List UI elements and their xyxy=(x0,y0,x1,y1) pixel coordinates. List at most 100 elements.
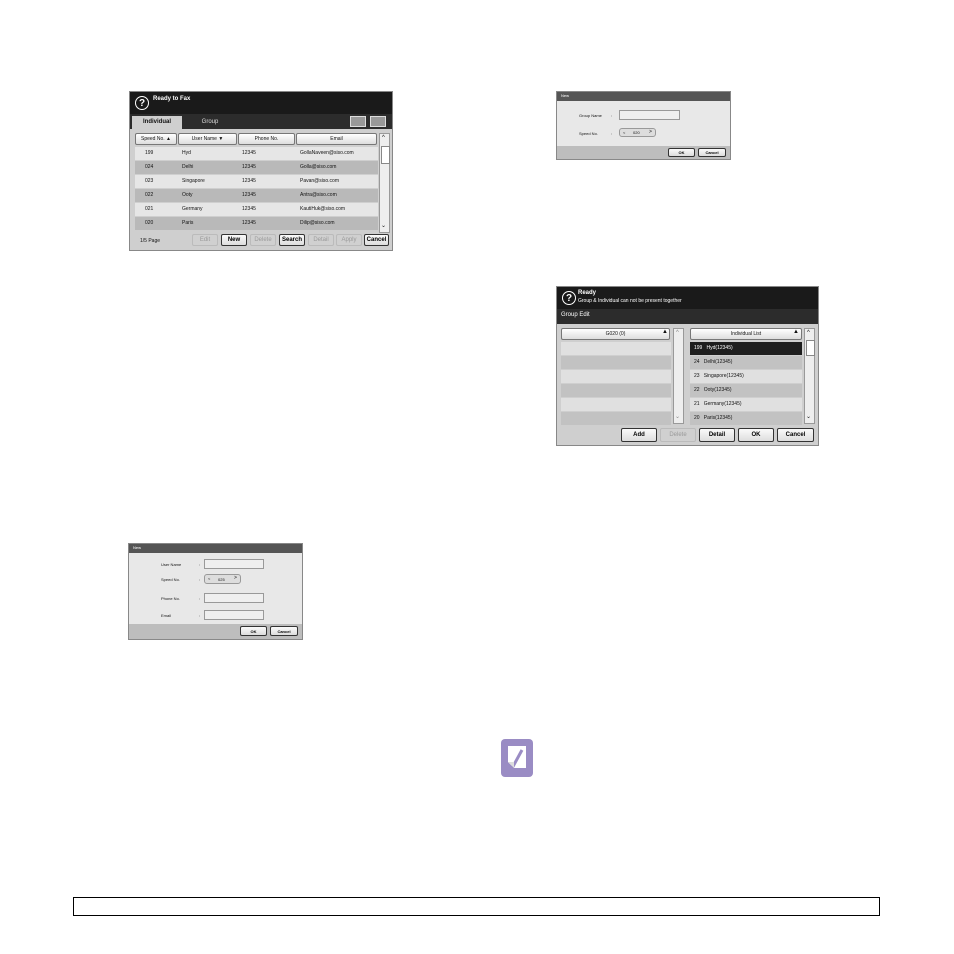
new-button[interactable]: New xyxy=(221,234,247,246)
table-cell: Hyd xyxy=(182,150,191,156)
detail-button[interactable]: Detail xyxy=(699,428,735,442)
list-item[interactable] xyxy=(561,356,671,369)
sort-up-icon[interactable]: ▲ xyxy=(793,329,799,335)
increment-icon[interactable]: > xyxy=(234,575,237,581)
table-cell: Golla@siso.com xyxy=(300,164,337,170)
table-cell: 12345 xyxy=(242,206,256,212)
user-name-input[interactable] xyxy=(204,559,264,569)
table-cell: Ooty xyxy=(182,192,193,198)
help-icon[interactable]: ? xyxy=(562,291,576,305)
status-line-2: Group & Individual can not be present to… xyxy=(578,298,682,304)
delete-button[interactable]: Delete xyxy=(250,234,276,246)
right-scrollbar[interactable]: ^ ⌄ xyxy=(804,328,815,424)
table-cell: 199 xyxy=(145,150,154,156)
list-item[interactable] xyxy=(561,384,671,397)
scroll-up-icon[interactable]: ^ xyxy=(382,135,385,141)
ok-button[interactable]: OK xyxy=(240,626,267,636)
detail-button[interactable]: Detail xyxy=(308,234,334,246)
add-button[interactable]: Add xyxy=(621,428,657,442)
group-name-input[interactable] xyxy=(619,110,680,120)
table-cell: Germany xyxy=(182,206,203,212)
cancel-button[interactable]: Cancel xyxy=(698,148,726,157)
col-user-name[interactable]: User Name ▼ xyxy=(178,133,237,145)
scrollbar[interactable]: ^ ⌄ xyxy=(379,133,390,233)
list-item[interactable]: 24 Delhi(12345) xyxy=(690,356,802,369)
dialog-title-bar: New xyxy=(557,92,730,101)
page-title: Group Edit xyxy=(561,312,590,318)
scroll-up-icon[interactable]: ^ xyxy=(676,330,679,336)
cancel-button[interactable]: Cancel xyxy=(364,234,389,246)
speed-no-stepper[interactable]: < 020 > xyxy=(619,128,656,137)
help-icon[interactable]: ? xyxy=(135,96,149,110)
table-row[interactable]: 199 Hyd 12345 GollaNaveen@siso.com xyxy=(135,147,378,160)
edit-button[interactable]: Edit xyxy=(192,234,218,246)
col-speed-no[interactable]: Speed No. ▲ xyxy=(135,133,177,145)
table-cell: GollaNaveen@siso.com xyxy=(300,150,354,156)
individual-list-header[interactable]: Individual List xyxy=(690,328,802,340)
scroll-thumb[interactable] xyxy=(806,340,815,356)
tab-group[interactable]: Group xyxy=(190,116,230,129)
col-phone-no[interactable]: Phone No. xyxy=(238,133,295,145)
table-cell: 024 xyxy=(145,164,154,170)
group-column-header[interactable]: G020 (0) xyxy=(561,328,670,340)
left-scrollbar[interactable]: ^ ⌄ xyxy=(673,328,684,424)
list-item[interactable]: 21 Germany(12345) xyxy=(690,398,802,411)
list-item[interactable] xyxy=(561,370,671,383)
tab-individual[interactable]: Individual xyxy=(132,116,182,129)
table-cell: Antra@siso.com xyxy=(300,192,337,198)
page-footer-frame xyxy=(73,897,880,916)
list-item[interactable]: 20 Paris(12345) xyxy=(690,412,802,425)
page-indicator: 1/5 Page xyxy=(140,238,161,244)
list-item[interactable] xyxy=(561,412,671,425)
scroll-up-icon[interactable]: ^ xyxy=(807,330,810,336)
ok-button[interactable]: OK xyxy=(668,148,695,157)
speed-no-stepper[interactable]: < 025 > xyxy=(204,574,241,584)
speed-no-colon: : xyxy=(199,577,201,582)
table-row[interactable]: 023 Singapore 12345 Pavan@siso.com xyxy=(135,175,378,188)
table-row[interactable]: 020 Paris 12345 Dilip@siso.com xyxy=(135,217,378,230)
table-cell: 023 xyxy=(145,178,154,184)
list-item[interactable]: 199 Hyd(12345) xyxy=(690,342,802,355)
note-icon xyxy=(501,739,533,777)
dialog-title: New xyxy=(561,93,570,98)
decrement-icon[interactable]: < xyxy=(208,576,210,581)
apply-button[interactable]: Apply xyxy=(336,234,362,246)
increment-icon[interactable]: > xyxy=(649,129,652,135)
ok-button[interactable]: OK xyxy=(738,428,774,442)
list-item[interactable] xyxy=(561,398,671,411)
sort-up-icon[interactable]: ▲ xyxy=(662,329,668,335)
delete-button[interactable]: Delete xyxy=(660,428,696,442)
group-edit-screen: ? Ready Group & Individual can not be pr… xyxy=(556,286,819,446)
list-item[interactable]: 23 Singapore(12345) xyxy=(690,370,802,383)
fax-address-list-screen: ? Ready to Fax Individual Group Speed No… xyxy=(129,91,393,251)
keypad-icon[interactable] xyxy=(350,116,366,127)
decrement-icon[interactable]: < xyxy=(623,130,625,135)
scroll-down-icon[interactable]: ⌄ xyxy=(381,222,386,229)
scroll-down-icon[interactable]: ⌄ xyxy=(806,413,811,420)
phone-no-input[interactable] xyxy=(204,593,264,603)
scroll-thumb[interactable] xyxy=(381,146,390,164)
home-icon[interactable] xyxy=(370,116,386,127)
list-item[interactable]: 22 Ooty(12345) xyxy=(690,384,802,397)
search-button[interactable]: Search xyxy=(279,234,305,246)
table-row[interactable]: 024 Delhi 12345 Golla@siso.com xyxy=(135,161,378,174)
speed-no-value: 025 xyxy=(218,577,225,582)
user-name-label: User Name xyxy=(161,562,182,567)
status-bar: ? Ready to Fax xyxy=(130,92,392,114)
cancel-button[interactable]: Cancel xyxy=(270,626,298,636)
table-cell: 12345 xyxy=(242,192,256,198)
phone-no-label: Phone No. xyxy=(161,596,180,601)
table-row[interactable]: 021 Germany 12345 KautiHuk@siso.com xyxy=(135,203,378,216)
scroll-down-icon[interactable]: ⌄ xyxy=(675,413,680,420)
col-email[interactable]: Email xyxy=(296,133,377,145)
table-cell: Paris xyxy=(182,220,194,226)
table-cell: 022 xyxy=(145,192,154,198)
table-row[interactable]: 022 Ooty 12345 Antra@siso.com xyxy=(135,189,378,202)
table-cell: Dilip@siso.com xyxy=(300,220,335,226)
list-item[interactable] xyxy=(561,342,671,355)
email-input[interactable] xyxy=(204,610,264,620)
table-cell: 12345 xyxy=(242,150,256,156)
cancel-button[interactable]: Cancel xyxy=(777,428,814,442)
status-bar: ? Ready Group & Individual can not be pr… xyxy=(557,287,818,309)
speed-no-value: 020 xyxy=(633,130,640,135)
